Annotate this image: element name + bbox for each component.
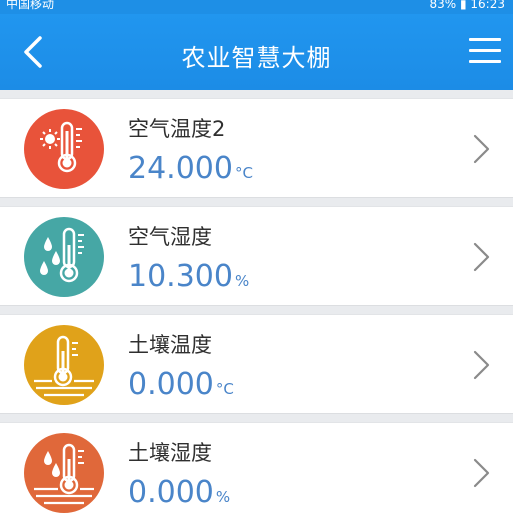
sensor-label: 空气温度2 <box>128 117 226 141</box>
battery-percent: 83% <box>429 0 457 11</box>
sensor-unit: % <box>215 488 231 506</box>
sensor-label: 土壤温度 <box>128 333 212 357</box>
chevron-right-icon <box>473 134 490 164</box>
carrier-text: 中国移动 <box>6 0 55 11</box>
sensor-row-soil-humidity[interactable]: 土壤湿度 0.000% <box>0 422 513 513</box>
thermometer-ground-icon <box>24 325 104 405</box>
chevron-right-icon <box>473 350 490 380</box>
menu-button[interactable] <box>469 38 501 66</box>
sensor-unit: % <box>234 272 250 290</box>
sensor-value: 0.000 <box>128 367 214 402</box>
battery-icon: ▮ <box>459 0 467 11</box>
sensor-reading: 10.300% <box>128 259 249 294</box>
sensor-reading: 0.000% <box>128 475 230 510</box>
sensor-label: 土壤湿度 <box>128 441 212 465</box>
sensor-row-soil-temperature[interactable]: 土壤温度 0.000 °C <box>0 314 513 414</box>
sensor-value: 24.000 <box>128 151 233 186</box>
sensor-reading: 0.000 °C <box>128 367 234 402</box>
sensor-unit: °C <box>234 164 253 182</box>
thermometer-sun-icon <box>24 109 104 189</box>
page-title: 农业智慧大棚 <box>181 44 332 72</box>
sensor-row-air-humidity[interactable]: 空气湿度 10.300% <box>0 206 513 306</box>
clock: 16:23 <box>470 0 505 11</box>
status-bar: 中国移动 83% ▮ 16:23 <box>0 0 513 14</box>
chevron-right-icon <box>473 242 490 272</box>
chevron-right-icon <box>473 458 490 488</box>
sensor-unit: °C <box>215 380 234 398</box>
title-bar: 农业智慧大棚 <box>0 14 513 90</box>
sensor-value: 10.300 <box>128 259 233 294</box>
sensor-label: 空气湿度 <box>128 225 212 249</box>
status-right: 83% ▮ 16:23 <box>429 0 505 10</box>
thermometer-soil-drops-icon <box>24 433 104 513</box>
sensor-reading: 24.000 °C <box>128 151 253 186</box>
sensor-list: 空气温度2 24.000 °C 空气湿度 10.300 % 土壤温度 0.000… <box>0 98 513 513</box>
sensor-row-air-temperature[interactable]: 空气温度2 24.000 °C <box>0 98 513 198</box>
thermometer-drops-icon <box>24 217 104 297</box>
sensor-value: 0.000 <box>128 475 214 510</box>
hamburger-menu-icon <box>469 38 501 41</box>
